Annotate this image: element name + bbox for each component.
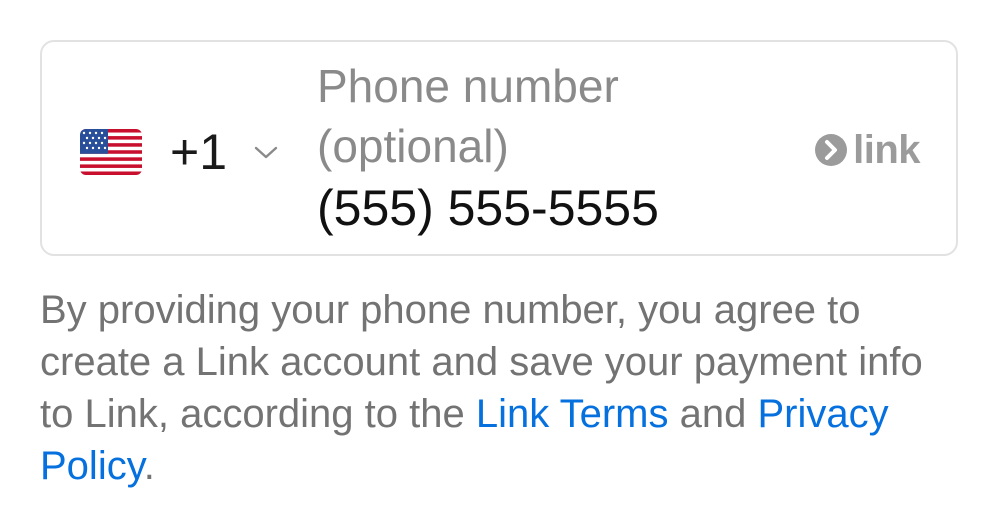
disclaimer-text-middle: and bbox=[668, 392, 758, 436]
phone-number-label: Phone number (optional) bbox=[317, 60, 619, 172]
chevron-right-circle-icon bbox=[815, 134, 848, 166]
chevron-down-icon bbox=[254, 146, 278, 159]
link-badge-label: link bbox=[853, 128, 920, 172]
phone-number-input[interactable] bbox=[317, 177, 817, 239]
us-flag-icon bbox=[80, 129, 142, 175]
consent-disclaimer: By providing your phone number, you agre… bbox=[40, 284, 960, 492]
phone-number-field[interactable]: +1 Phone number (optional) link bbox=[40, 40, 958, 256]
dial-code: +1 bbox=[170, 124, 228, 180]
country-code-selector[interactable]: +1 bbox=[80, 112, 279, 192]
link-terms-link[interactable]: Link Terms bbox=[476, 392, 669, 436]
disclaimer-text-after: . bbox=[143, 444, 155, 488]
link-badge: link bbox=[814, 130, 920, 170]
